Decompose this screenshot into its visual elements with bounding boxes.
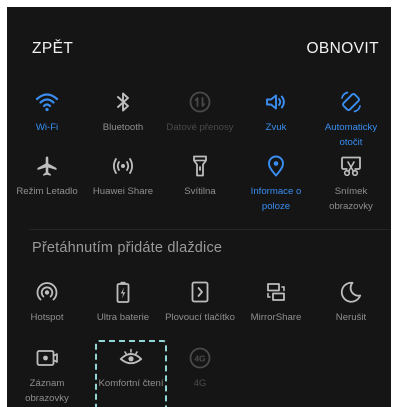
do-not-disturb-icon [339,280,363,304]
tile-label: Datové přenosy [166,122,234,133]
tile-label: MirrorShare [250,312,302,323]
section-divider [29,229,391,230]
eye-comfort-icon [119,346,143,370]
tile-mobile-data[interactable]: Datové přenosy [162,87,238,159]
bluetooth-icon [111,90,135,114]
quick-settings-editor: ZPĚT OBNOVIT Wi-Fi Bluetooth Datové přen… [7,7,391,407]
tile-hotspot[interactable]: Hotspot [9,277,85,349]
tile-label: Nerušit [335,312,367,323]
tile-do-not-disturb[interactable]: Nerušit [313,277,389,349]
tile-label: Ultra baterie [96,312,150,323]
tile-auto-rotate[interactable]: Automaticky otočit [313,87,389,159]
tile-label: Huawei Share [92,186,154,197]
tile-airplane[interactable]: Režim Letadlo [9,151,85,223]
tile-label: Plovoucí tlačítko [165,312,235,323]
tile-label: Režim Letadlo [16,186,78,197]
refresh-button[interactable]: OBNOVIT [306,40,379,58]
screenshot-icon [339,154,363,178]
tile-label: Hotspot [30,312,64,323]
mirrorshare-icon [264,280,288,304]
tile-floating-button[interactable]: Plovoucí tlačítko [162,277,238,349]
tile-label: Bluetooth [102,122,144,133]
tile-label: 4G [193,378,207,389]
tile-eye-comfort[interactable]: Komfortní čtení [93,343,169,407]
sound-icon [264,90,288,114]
tile-label: Svítilna [184,186,216,197]
wifi-icon [35,90,59,114]
tile-label: Zvuk [265,122,287,133]
tile-location[interactable]: Informace o poloze [238,151,314,223]
tile-ultra-battery[interactable]: Ultra baterie [85,277,161,349]
screen-record-icon [35,346,59,370]
top-bar: ZPĚT OBNOVIT [7,7,391,77]
huawei-share-icon [111,154,135,178]
available-tiles-heading: Přetáhnutím přidáte dlaždice [32,240,223,256]
tile-label: Záznam obrazovky [25,378,69,404]
tile-huawei-share[interactable]: Huawei Share [85,151,161,223]
auto-rotate-icon [339,90,363,114]
floating-button-icon [188,280,212,304]
mobile-data-icon [188,90,212,114]
tile-bluetooth[interactable]: Bluetooth [85,87,161,159]
tile-4g[interactable]: 4G 4G [162,343,238,407]
hotspot-icon [35,280,59,304]
tile-mirrorshare[interactable]: MirrorShare [238,277,314,349]
location-icon [264,154,288,178]
ultra-battery-icon [111,280,135,304]
flashlight-icon [188,154,212,178]
tile-screenshot[interactable]: Snímek obrazovky [313,151,389,223]
tile-wifi[interactable]: Wi-Fi [9,87,85,159]
tile-flashlight[interactable]: Svítilna [162,151,238,223]
svg-text:4G: 4G [194,353,206,363]
tile-label: Komfortní čtení [98,378,164,389]
tile-label: Informace o poloze [250,186,302,212]
tile-sound[interactable]: Zvuk [238,87,314,159]
tile-label: Automaticky otočit [324,122,378,148]
4g-icon: 4G [188,346,212,370]
airplane-icon [35,154,59,178]
tile-label: Snímek obrazovky [329,186,373,212]
tile-label: Wi-Fi [35,122,59,133]
back-button[interactable]: ZPĚT [32,40,73,58]
tile-screen-record[interactable]: Záznam obrazovky [9,343,85,407]
